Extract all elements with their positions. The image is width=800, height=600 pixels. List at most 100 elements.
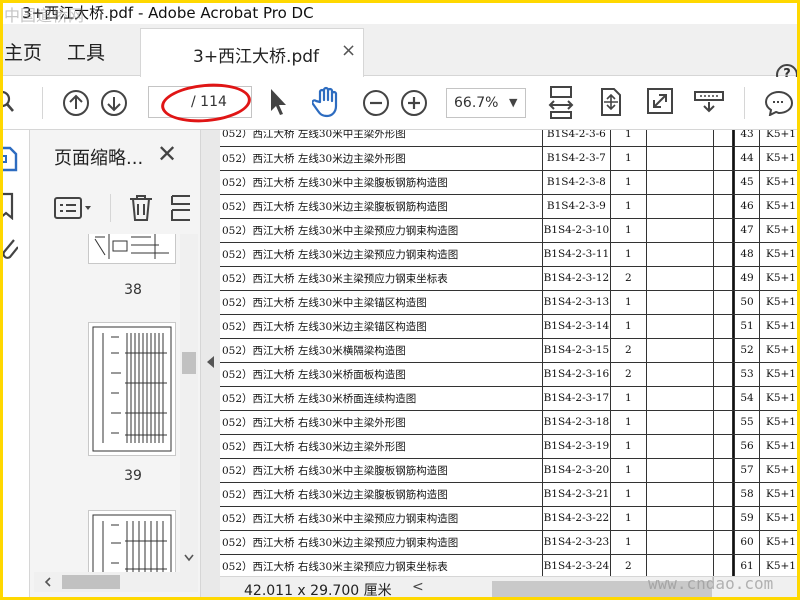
table-row: 052）西江大桥 右线30米中主梁外形图 B1S4-2-3-18 1 55 K5+1 [220,410,800,435]
cell-drawing-code: B1S4-2-3-14 [542,314,611,339]
cell-quantity: 2 [610,362,647,387]
cell-sequence-number: 43 [734,130,760,147]
chevron-down-icon: ▼ [509,96,518,109]
cell-station: K5+1 [759,434,800,459]
panel-title: 页面缩略... [54,148,144,169]
cell-sequence-number: 53 [734,362,760,387]
panel-hscroll-thumb[interactable] [62,575,120,589]
thumbnail-options-icon[interactable] [54,196,94,220]
cell-spacer [713,194,734,219]
table-row: 052）西江大桥 左线30米桥面连续构造图 B1S4-2-3-17 1 54 K5+1 [220,386,800,411]
panel-collapse-strip[interactable] [200,130,220,600]
scroll-left-icon[interactable] [44,577,52,587]
attachment-icon[interactable] [0,234,18,262]
tab-close-icon[interactable]: × [341,40,356,61]
select-arrow-icon[interactable] [268,87,288,117]
hand-icon[interactable] [312,86,342,118]
cell-drawing-name: 052）西江大桥 左线30米中主梁预应力钢束构造图 [220,218,543,243]
zoom-select[interactable]: 66.7% ▼ [446,88,526,118]
scroll-left-icon[interactable]: < [412,579,424,595]
menu-tools[interactable]: 工具 [67,38,105,65]
cell-station: K5+1 [759,218,800,243]
cell-quantity: 2 [610,338,647,363]
cell-spacer [713,266,734,291]
cell-quantity: 2 [610,554,647,576]
cell-drawing-name: 052）西江大桥 右线30米中主梁外形图 [220,410,543,435]
read-mode-icon[interactable] [694,91,724,113]
cell-drawing-name: 052）西江大桥 右线30米边主梁预应力钢束构造图 [220,530,543,555]
cell-station: K5+1 [759,194,800,219]
cell-remark [646,434,715,459]
page-thumbnails-icon[interactable] [0,146,18,172]
watermark-bottom: www.cndao.com [648,574,774,593]
thumbnail-page-number: 39 [124,468,142,484]
zoom-in-icon[interactable] [400,89,428,117]
cell-drawing-code: B1S4-2-3-16 [542,362,611,387]
delete-icon[interactable] [128,194,154,222]
watermark-top: 中国道桥网 [4,6,85,25]
cell-station: K5+1 [759,290,800,315]
cell-sequence-number: 44 [734,146,760,171]
cell-station: K5+1 [759,314,800,339]
table-row: 052）西江大桥 左线30米边主梁锚区构造图 B1S4-2-3-14 1 51 K5+1 [220,314,800,339]
cell-drawing-code: B1S4-2-3-8 [542,170,611,195]
fullscreen-icon[interactable] [646,87,674,115]
cell-drawing-name: 052）西江大桥 左线30米边主梁腹板钢筋构造图 [220,194,543,219]
cell-remark [646,170,715,195]
document-view[interactable]: 052）西江大桥 左线30米中主梁外形图 B1S4-2-3-6 1 43 K5+1 052… [220,130,800,576]
cell-station: K5+1 [759,386,800,411]
table-row: 052）西江大桥 右线30米主梁预应力钢束坐标表 B1S4-2-3-24 2 61 K5… [220,554,800,576]
cell-drawing-name: 052）西江大桥 左线30米中主梁腹板钢筋构造图 [220,170,543,195]
cell-sequence-number: 45 [734,170,760,195]
toolbar-separator [42,87,43,119]
cell-quantity: 1 [610,130,647,147]
cell-remark [646,554,715,576]
cell-station: K5+1 [759,146,800,171]
drawing-index-rows: 052）西江大桥 左线30米中主梁外形图 B1S4-2-3-6 1 43 K5+1 052… [220,130,800,576]
cell-quantity: 1 [610,218,647,243]
collapse-panel-icon[interactable] [207,356,215,368]
panel-horizontal-scrollbar[interactable] [34,572,198,592]
close-icon[interactable]: ✕ [157,140,177,168]
search-icon[interactable] [0,90,16,114]
cell-quantity: 1 [610,170,647,195]
cell-remark [646,130,715,147]
prev-page-icon[interactable] [62,89,90,117]
insert-page-icon[interactable] [170,194,190,222]
cell-drawing-code: B1S4-2-3-9 [542,194,611,219]
cell-station: K5+1 [759,410,800,435]
cell-remark [646,242,715,267]
cell-spacer [713,146,734,171]
panel-scroll-thumb[interactable] [182,352,196,374]
zoom-out-icon[interactable] [362,89,390,117]
cell-spacer [713,314,734,339]
cell-spacer [713,386,734,411]
cell-spacer [713,506,734,531]
document-tab[interactable]: 3+西江大桥.pdf × [140,28,364,77]
cell-drawing-name: 052）西江大桥 右线30米主梁预应力钢束坐标表 [220,554,543,576]
cell-drawing-name: 052）西江大桥 左线30米中主梁锚区构造图 [220,290,543,315]
menu-home[interactable]: 主页 [4,38,42,65]
cell-remark [646,266,715,291]
cell-spacer [713,290,734,315]
panel-vertical-scrollbar[interactable] [180,234,198,572]
bookmark-icon[interactable] [0,192,16,220]
cell-station: K5+1 [759,362,800,387]
cell-station: K5+1 [759,482,800,507]
cell-station: K5+1 [759,170,800,195]
cell-quantity: 1 [610,386,647,411]
scroll-down-icon[interactable] [184,554,194,562]
table-row: 052）西江大桥 左线30米中主梁腹板钢筋构造图 B1S4-2-3-8 1 45 K5+… [220,170,800,195]
fit-width-icon[interactable] [548,85,574,119]
cell-drawing-name: 052）西江大桥 左线30米中主梁外形图 [220,130,543,147]
comment-icon[interactable] [764,90,794,116]
page-thumbnail[interactable] [88,234,176,264]
cell-quantity: 2 [610,266,647,291]
fit-page-icon[interactable] [598,87,624,117]
page-thumbnail[interactable] [88,510,176,572]
next-page-icon[interactable] [100,89,128,117]
cell-station: K5+1 [759,530,800,555]
cell-drawing-code: B1S4-2-3-11 [542,242,611,267]
page-thumbnail[interactable] [88,322,176,456]
cell-drawing-code: B1S4-2-3-15 [542,338,611,363]
